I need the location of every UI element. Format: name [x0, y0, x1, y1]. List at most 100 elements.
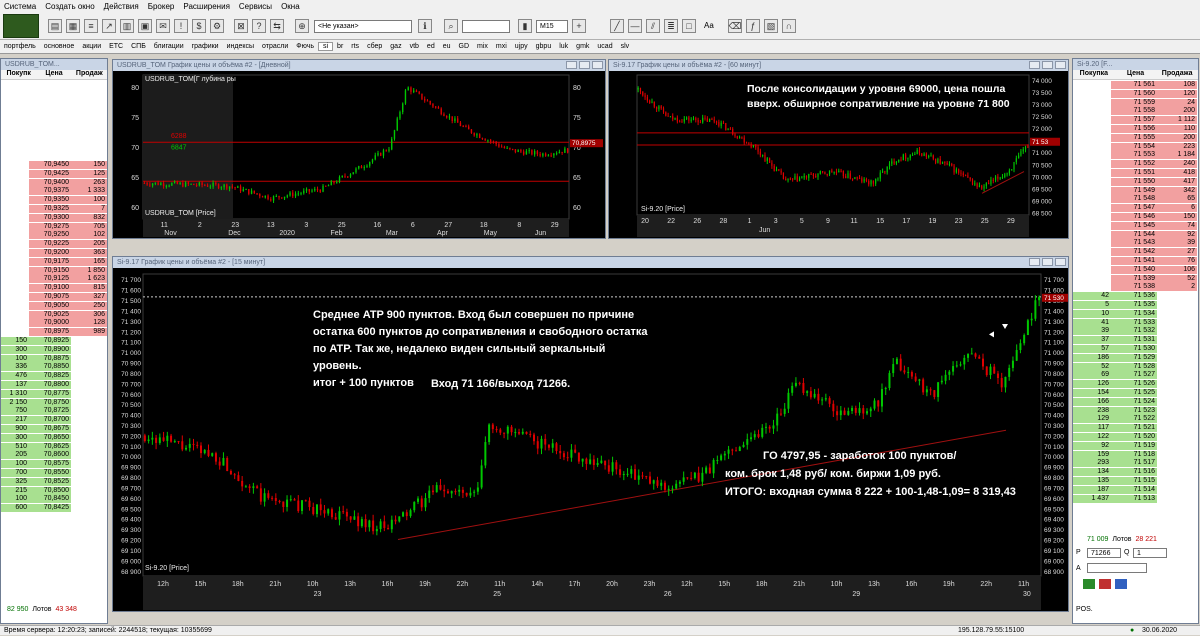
bid-row[interactable]: 52 71 528 [1073, 362, 1198, 371]
menu-item[interactable]: Окна [281, 2, 300, 11]
bid-row[interactable]: 217 70,8700 [1, 416, 107, 425]
ask-row[interactable]: 70,9375 1 333 [1, 187, 107, 196]
maximize-button[interactable] [1042, 61, 1053, 69]
ask-row[interactable]: 70,9125 1 623 [1, 275, 107, 284]
tab-item[interactable]: rts [347, 43, 363, 50]
bid-row[interactable]: 137 70,8800 [1, 381, 107, 389]
ask-row[interactable]: 71 549 342 [1073, 186, 1198, 195]
order-price-input[interactable]: 71266 [1087, 548, 1121, 558]
ask-row[interactable]: 71 543 39 [1073, 239, 1198, 248]
tab-item[interactable]: ETC [105, 43, 127, 50]
ask-row[interactable]: 71 541 76 [1073, 257, 1198, 265]
sell-button[interactable] [1099, 579, 1111, 589]
ask-row[interactable]: 71 544 92 [1073, 230, 1198, 239]
tab-item[interactable]: отрасли [258, 43, 292, 50]
ask-row[interactable]: 71 559 24 [1073, 98, 1198, 107]
bid-row[interactable]: 69 71 527 [1073, 371, 1198, 380]
alert-icon[interactable]: ! [174, 19, 188, 33]
lock-icon[interactable]: ⊠ [234, 19, 248, 33]
settings-icon[interactable]: ⚙ [210, 19, 224, 33]
ask-row[interactable]: 70,9325 7 [1, 205, 107, 213]
close-button[interactable] [1055, 258, 1066, 266]
ask-row[interactable]: 71 546 150 [1073, 213, 1198, 221]
bid-row[interactable]: 42 71 536 [1073, 292, 1198, 301]
ask-row[interactable]: 71 558 200 [1073, 107, 1198, 116]
close-button[interactable] [592, 61, 603, 69]
bid-row[interactable]: 159 71 518 [1073, 450, 1198, 459]
chart-icon[interactable]: ↗ [102, 19, 116, 33]
instrument-select[interactable]: <Не указан> [314, 20, 412, 33]
tab-item[interactable]: сбер [363, 43, 386, 50]
tab-item[interactable]: gmk [572, 43, 593, 50]
tab-item[interactable]: gaz [386, 43, 405, 50]
chart1-plot[interactable]: 80 8075 7570 7065 6560 606288684770,8975USDRU… [113, 71, 605, 238]
tab-item[interactable]: основное [40, 43, 79, 50]
bar-chart-icon[interactable]: ▮ [518, 19, 532, 33]
tab-item[interactable]: mxi [492, 43, 511, 50]
menu-item[interactable]: Брокер [148, 2, 175, 11]
bid-row[interactable]: 39 71 532 [1073, 327, 1198, 336]
bid-row[interactable]: 1 437 71 513 [1073, 494, 1198, 503]
bid-row[interactable]: 238 71 523 [1073, 406, 1198, 415]
ask-row[interactable]: 71 560 120 [1073, 89, 1198, 98]
tab-item[interactable]: графики [188, 43, 223, 50]
ask-row[interactable]: 70,9200 363 [1, 249, 107, 257]
ask-row[interactable]: 71 556 110 [1073, 125, 1198, 133]
bid-row[interactable]: 10 71 534 [1073, 309, 1198, 318]
menu-item[interactable]: Сервисы [239, 2, 272, 11]
bid-row[interactable]: 336 70,8850 [1, 363, 107, 372]
tab-item[interactable]: si [317, 42, 334, 51]
news-icon[interactable]: ✉ [156, 19, 170, 33]
bid-row[interactable]: 293 71 517 [1073, 459, 1198, 468]
tab-item[interactable]: mix [473, 43, 492, 50]
bid-row[interactable]: 300 70,8900 [1, 345, 107, 354]
buy-button[interactable] [1083, 579, 1095, 589]
bid-row[interactable]: 476 70,8825 [1, 372, 107, 381]
ask-row[interactable]: 70,9150 1 850 [1, 266, 107, 275]
bid-row[interactable]: 325 70,8525 [1, 477, 107, 486]
ask-row[interactable]: 71 548 65 [1073, 195, 1198, 204]
account-select[interactable] [1087, 563, 1147, 573]
minimize-button[interactable] [1029, 258, 1040, 266]
ask-row[interactable]: 70,9050 250 [1, 301, 107, 310]
maximize-button[interactable] [1042, 258, 1053, 266]
order-qty-input[interactable]: 1 [1133, 548, 1167, 558]
bid-row[interactable]: 135 71 515 [1073, 477, 1198, 485]
ask-row[interactable]: 70,9000 128 [1, 319, 107, 328]
orders-icon[interactable]: ≡ [84, 19, 98, 33]
bid-row[interactable]: 92 71 519 [1073, 441, 1198, 450]
indicators-icon[interactable]: ƒ [746, 19, 760, 33]
bid-row[interactable]: 41 71 533 [1073, 318, 1198, 327]
bid-row[interactable]: 129 71 522 [1073, 415, 1198, 424]
bid-row[interactable]: 300 70,8650 [1, 433, 107, 442]
ask-row[interactable]: 71 550 417 [1073, 177, 1198, 186]
search-icon[interactable]: ⌕ [444, 19, 458, 33]
ask-row[interactable]: 71 545 74 [1073, 221, 1198, 230]
connect-icon[interactable]: ⇆ [270, 19, 284, 33]
ask-row[interactable]: 71 555 200 [1073, 133, 1198, 142]
menu-item[interactable]: Создать окно [45, 2, 94, 11]
tab-item[interactable]: СПБ [127, 43, 150, 50]
bid-row[interactable]: 700 70,8550 [1, 469, 107, 477]
minimize-button[interactable] [566, 61, 577, 69]
portfolio-icon[interactable]: $ [192, 19, 206, 33]
ask-row[interactable]: 71 553 1 184 [1073, 151, 1198, 160]
template-icon[interactable]: ▧ [764, 19, 778, 33]
ask-row[interactable]: 71 542 27 [1073, 248, 1198, 257]
bid-row[interactable]: 750 70,8725 [1, 407, 107, 416]
tab-item[interactable]: GD [455, 43, 474, 50]
bid-row[interactable]: 5 71 535 [1073, 301, 1198, 309]
eraser-icon[interactable]: ⌫ [728, 19, 742, 33]
fib-tool-icon[interactable]: ≣ [664, 19, 678, 33]
tab-item[interactable]: luk [555, 43, 572, 50]
tab-item[interactable]: ed [423, 43, 439, 50]
ask-row[interactable]: 70,9300 832 [1, 213, 107, 222]
tab-item[interactable]: br [333, 43, 347, 50]
tab-item[interactable]: gbpu [532, 43, 556, 50]
table-icon[interactable]: ▥ [120, 19, 134, 33]
tab-item[interactable]: блигации [150, 43, 188, 50]
instrument-info-icon[interactable]: ℹ [418, 19, 432, 33]
bid-row[interactable]: 126 71 526 [1073, 380, 1198, 389]
new-window-icon[interactable]: ▤ [48, 19, 62, 33]
bid-row[interactable]: 154 71 525 [1073, 389, 1198, 397]
